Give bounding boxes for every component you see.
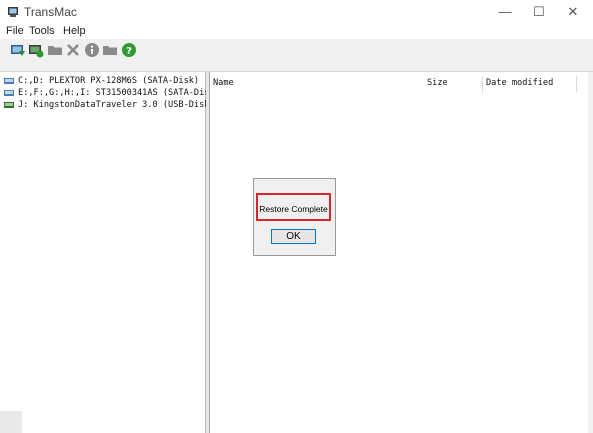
transmac-app-icon bbox=[8, 7, 18, 17]
folder-icon[interactable] bbox=[47, 42, 63, 58]
menu-tools[interactable]: Tools bbox=[29, 25, 55, 37]
window-title: TransMac bbox=[24, 5, 77, 19]
column-header-date-modified[interactable]: Date modified bbox=[486, 78, 553, 92]
disk-label: E:,F:,G:,H:,I: ST31500341AS (SATA-Disk) bbox=[18, 88, 220, 98]
refresh-icon[interactable] bbox=[10, 42, 26, 58]
minimize-button[interactable]: — bbox=[489, 0, 521, 24]
hard-disk-icon bbox=[4, 78, 14, 84]
menu-bar: File Tools Help bbox=[0, 24, 593, 39]
usb-disk-icon bbox=[4, 102, 14, 108]
title-bar: TransMac — ☐ ✕ bbox=[0, 0, 593, 24]
column-divider[interactable] bbox=[576, 76, 577, 92]
menu-help[interactable]: Help bbox=[63, 25, 86, 37]
vertical-scrollbar[interactable] bbox=[588, 72, 593, 433]
maximize-button[interactable]: ☐ bbox=[523, 0, 555, 24]
close-button[interactable]: ✕ bbox=[557, 0, 589, 24]
dialog-message: Restore Complete bbox=[259, 204, 328, 214]
toolbar: ? bbox=[0, 39, 593, 61]
hard-disk-icon bbox=[4, 90, 14, 96]
delete-icon[interactable] bbox=[65, 42, 81, 58]
svg-text:?: ? bbox=[126, 46, 132, 57]
help-icon[interactable]: ? bbox=[121, 42, 137, 58]
disk-label: C:,D: PLEXTOR PX-128M6S (SATA-Disk) bbox=[18, 76, 200, 86]
status-corner bbox=[0, 411, 22, 433]
disk-list-pane: C:,D: PLEXTOR PX-128M6S (SATA-Disk) E:,F… bbox=[0, 72, 220, 433]
ok-button[interactable]: OK bbox=[271, 229, 316, 244]
column-divider[interactable] bbox=[482, 76, 483, 92]
toolbar-divider bbox=[0, 61, 593, 72]
restore-disk-icon[interactable] bbox=[28, 42, 44, 58]
info-icon[interactable] bbox=[84, 42, 100, 58]
restore-complete-dialog: Restore Complete OK bbox=[253, 178, 336, 256]
disk-label: J: KingstonDataTraveler 3.0 (USB-Disk) bbox=[18, 100, 215, 110]
column-header-size[interactable]: Size bbox=[427, 78, 448, 92]
folder-icon[interactable] bbox=[102, 42, 118, 58]
column-header-name[interactable]: Name bbox=[213, 78, 234, 92]
message-highlight: Restore Complete bbox=[256, 193, 331, 221]
menu-file[interactable]: File bbox=[6, 25, 24, 37]
